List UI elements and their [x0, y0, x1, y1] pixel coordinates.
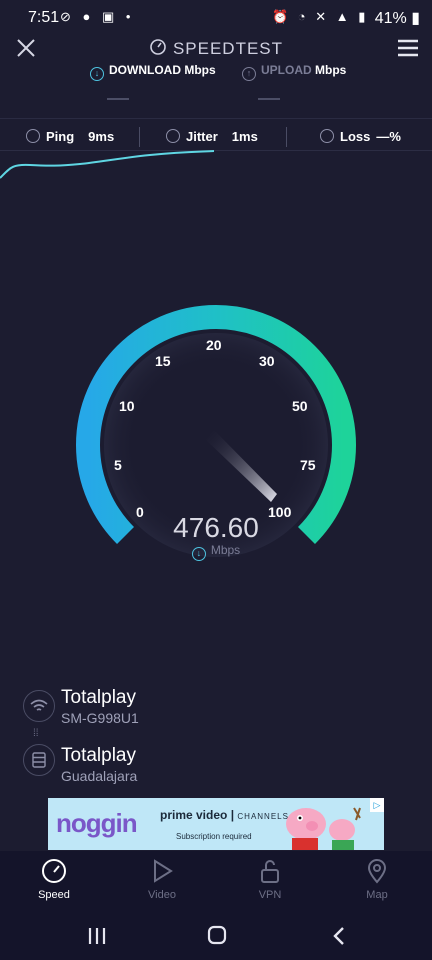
- ping-metric: Ping 9ms: [26, 129, 114, 144]
- ping-icon: [26, 129, 40, 143]
- wifi-icon: [23, 690, 55, 722]
- gauge-tick: 50: [292, 398, 308, 414]
- gauge-tick: 5: [114, 457, 122, 473]
- jitter-metric: Jitter 1ms: [166, 129, 258, 144]
- client-provider: Totalplay: [61, 687, 136, 708]
- gauge-tick: 10: [119, 398, 135, 414]
- speedometer-icon: [42, 859, 66, 883]
- jitter-icon: [166, 129, 180, 143]
- result-tabs: ↓ DOWNLOAD Mbps ↑ UPLOAD Mbps: [0, 63, 432, 83]
- play-icon: [154, 859, 173, 883]
- nav-video[interactable]: Video: [126, 857, 198, 901]
- divider: [286, 127, 287, 147]
- gauge-tick: 75: [300, 457, 316, 473]
- download-tab[interactable]: ↓ DOWNLOAD Mbps: [90, 63, 216, 81]
- system-nav-bar: [0, 915, 432, 960]
- recents-icon[interactable]: [86, 925, 108, 947]
- menu-icon[interactable]: [396, 38, 420, 58]
- server-location[interactable]: Guadalajara: [61, 768, 137, 784]
- status-time: 7:51: [28, 9, 60, 26]
- speed-value: 476.60: [173, 512, 259, 543]
- download-icon: ↓: [90, 67, 104, 81]
- back-icon[interactable]: [328, 925, 350, 947]
- ad-note: Subscription required: [176, 832, 252, 841]
- battery-level: 41% ▮: [374, 10, 420, 27]
- ad-brand: noggin: [56, 808, 138, 838]
- app-title-text: SPEEDTEST: [172, 39, 284, 58]
- nav-map[interactable]: Map: [341, 857, 413, 901]
- download-icon: ↓: [191, 547, 206, 561]
- status-bar: 7:51 ⊘ ● ▣ • ⏰ ◔ ✕ ▲ ▮ 41% ▮: [0, 0, 432, 34]
- nav-vpn[interactable]: VPN: [234, 857, 306, 901]
- connector-dots: ⁞⁞: [33, 728, 39, 739]
- bottom-nav: Speed Video VPN Map: [0, 851, 432, 915]
- loss-icon: [320, 129, 334, 143]
- server-provider[interactable]: Totalplay: [61, 745, 136, 767]
- speedometer-icon: [150, 39, 166, 55]
- map-pin-icon: [367, 859, 387, 884]
- home-icon[interactable]: [206, 924, 228, 946]
- ad-illustration: [286, 807, 361, 850]
- notification-icons: ⊘ ● ▣ •: [60, 9, 135, 24]
- ad-banner[interactable]: noggin prime video | CHANNELS Subscripti…: [48, 798, 384, 850]
- app-title: SPEEDTEST: [0, 38, 432, 59]
- speed-graph: [0, 150, 215, 179]
- divider: [139, 127, 140, 147]
- nav-speed[interactable]: Speed: [18, 857, 90, 901]
- upload-icon: ↑: [242, 67, 256, 81]
- ad-info-icon[interactable]: ▷: [370, 798, 384, 812]
- gauge-tick: 20: [206, 337, 222, 353]
- gauge-tick: 30: [259, 353, 275, 369]
- gauge-tick: 15: [155, 353, 171, 369]
- server-icon[interactable]: [23, 744, 55, 776]
- upload-placeholder: [258, 98, 280, 100]
- speed-unit: ↓ Mbps: [0, 543, 432, 561]
- ad-service: prime video | CHANNELS: [160, 808, 289, 822]
- system-icons: ⏰ ◔ ✕ ▲ ▮: [272, 9, 369, 24]
- unlock-icon: [261, 860, 279, 883]
- client-device: SM-G998U1: [61, 710, 139, 726]
- loss-metric: Loss —%: [320, 129, 401, 144]
- upload-tab[interactable]: ↑ UPLOAD Mbps: [242, 63, 346, 81]
- download-placeholder: [107, 98, 129, 100]
